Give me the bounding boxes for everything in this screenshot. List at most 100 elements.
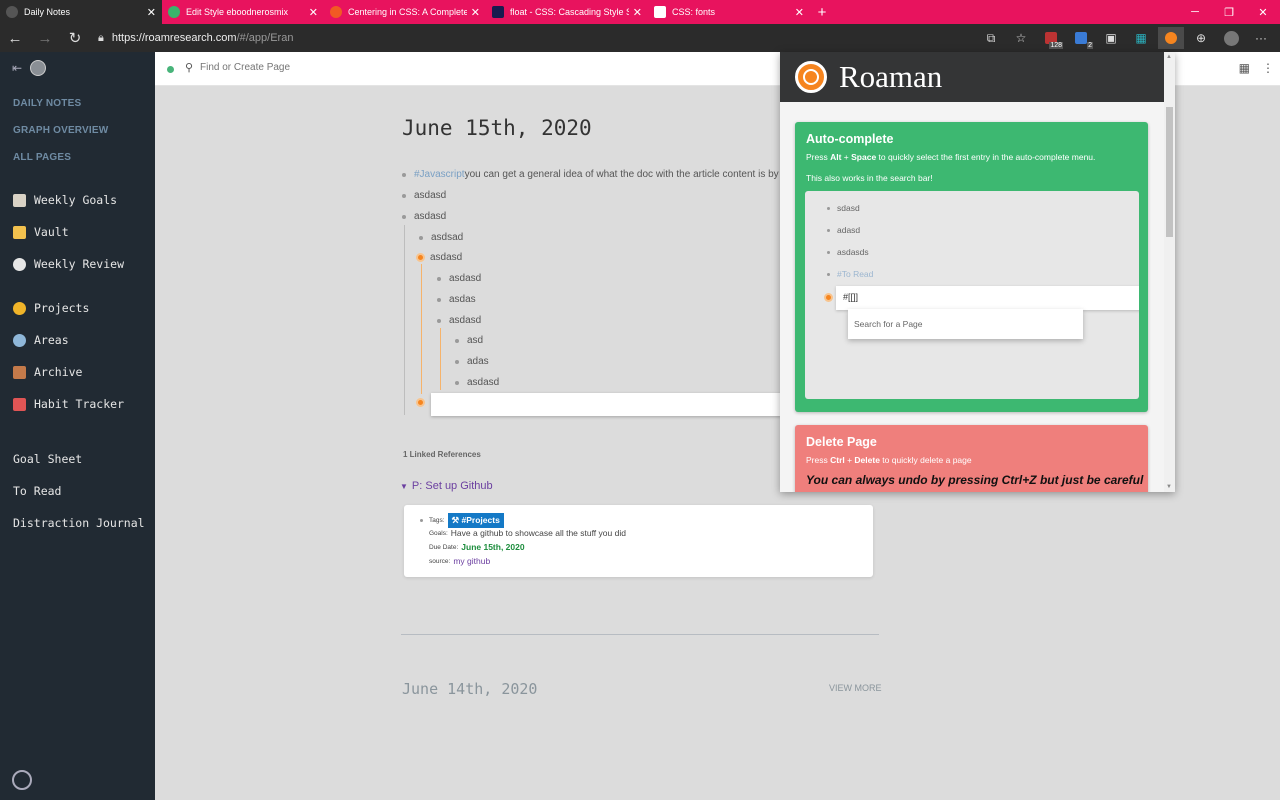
tab-css-fonts[interactable]: CSS: fonts ✕ [648,0,810,24]
collapsed-bullet-icon[interactable] [416,253,425,262]
sidebar-item-distraction-journal[interactable]: Distraction Journal [13,507,145,539]
bullet-icon[interactable] [402,214,406,219]
tab-centering-css[interactable]: Centering in CSS: A Complete G ✕ [324,0,486,24]
block[interactable]: asdasd [455,377,499,388]
block[interactable]: asdas [437,294,476,305]
caret-down-icon[interactable]: ▼ [400,482,408,491]
tab-daily-notes[interactable]: Daily Notes ✕ [0,0,162,24]
more-icon[interactable]: ··· [1248,27,1274,49]
magnifier-icon [13,333,26,347]
sidebar-item-to-read[interactable]: To Read [13,475,145,507]
bullet-icon[interactable] [455,338,459,343]
block[interactable]: asdasd [437,273,481,284]
attr-key: source: [429,557,451,565]
reader-ext-icon[interactable]: ▣ [1098,27,1124,49]
back-icon[interactable]: ← [0,30,30,47]
left-sidebar: ⇤ DAILY NOTES GRAPH OVERVIEW ALL PAGES W… [0,52,155,800]
sidebar-item-vault[interactable]: Vault [13,216,124,248]
new-tab-button[interactable]: + [810,0,834,24]
projects-tag[interactable]: ⚒ #Projects [447,513,504,528]
block[interactable]: asdsad [419,232,463,243]
bullet-icon[interactable] [419,235,423,240]
profile-avatar[interactable] [1218,27,1244,49]
close-icon[interactable]: ✕ [309,6,318,19]
popup-scrollbar[interactable]: ▲ ▼ [1164,52,1175,492]
block[interactable]: #Javascript you can get a general idea o… [402,169,798,180]
graph-avatar[interactable] [30,60,47,76]
sidebar-item-goal-sheet[interactable]: Goal Sheet [13,443,145,475]
books-icon [13,365,26,379]
bullet-icon[interactable] [437,276,441,281]
sidebar-item-habit-tracker[interactable]: Habit Tracker [13,388,124,420]
scroll-thumb[interactable] [1166,107,1173,237]
due-date-link[interactable]: June 15th, 2020 [461,542,524,552]
next-day-title[interactable]: June 14th, 2020 [402,680,537,698]
block[interactable]: asdasd [402,190,446,201]
card-title: Auto-complete [806,132,894,146]
forward-icon[interactable]: → [30,30,60,47]
linked-references-label[interactable]: 1 Linked References [403,450,481,459]
view-more-link[interactable]: VIEW MORE [829,683,882,693]
url-field[interactable]: 🔒︎ https://roamresearch.com/#/app/Eran [98,32,293,45]
block[interactable]: adas [455,356,489,367]
roaman-logo-icon [795,61,827,93]
block-editor-input[interactable] [431,393,781,416]
active-bullet-icon[interactable] [416,398,425,407]
browser-tab-bar: Daily Notes ✕ Edit Style eboodnerosmix ✕… [0,0,1280,24]
close-icon[interactable]: ✕ [147,6,156,19]
roaman-ext-icon[interactable] [1158,27,1184,49]
roam-favicon-icon [6,6,18,18]
grid-ext-icon[interactable]: ▦ [1128,27,1154,49]
ref-page-title[interactable]: P: Set up Github [412,480,493,492]
restore-icon[interactable]: ❐ [1212,0,1246,24]
calendar-ext-icon[interactable]: 128 [1038,27,1064,49]
collections-icon[interactable]: ⊕ [1188,27,1214,49]
bullet-icon[interactable] [402,193,406,198]
tab-float-css[interactable]: float - CSS: Cascading Style Shee ✕ [486,0,648,24]
bullet-icon[interactable] [455,359,459,364]
close-window-icon[interactable]: ✕ [1246,0,1280,24]
sidebar-item-weekly-goals[interactable]: Weekly Goals [13,184,124,216]
page-tag[interactable]: #Javascript [414,169,465,180]
reload-icon[interactable]: ↻ [60,29,90,47]
bullet-icon[interactable] [455,380,459,385]
block[interactable]: asdasd [437,315,481,326]
bullet-icon[interactable] [437,297,441,302]
calendar-icon[interactable]: ▦ [1239,61,1250,75]
scroll-up-icon[interactable]: ▲ [1166,54,1172,60]
sidebar-item-areas[interactable]: Areas [13,324,124,356]
scroll-down-icon[interactable]: ▼ [1166,484,1172,490]
tab-edit-style[interactable]: Edit Style eboodnerosmix ✕ [162,0,324,24]
nav-daily-notes[interactable]: DAILY NOTES [13,98,108,109]
close-icon[interactable]: ✕ [633,6,642,19]
roam-logo-icon[interactable] [12,770,32,790]
collapse-sidebar-icon[interactable]: ⇤ [12,61,22,75]
nav-all-pages[interactable]: ALL PAGES [13,152,108,163]
source-link[interactable]: my github [453,556,490,566]
bullet-icon[interactable] [402,172,406,177]
sidebar-item-projects[interactable]: Projects [13,292,124,324]
block[interactable]: asd [455,335,483,346]
day-divider [401,634,879,635]
attr-key: Due Date: [429,543,459,551]
block[interactable]: asdasd [416,252,462,263]
editing-block[interactable] [416,398,430,407]
bullet-icon[interactable] [420,519,423,522]
block[interactable]: asdasd [402,211,446,222]
linked-ref-page[interactable]: ▼ P: Set up Github [400,480,493,492]
sidebar-item-weekly-review[interactable]: Weekly Review [13,248,124,280]
w3schools-favicon-icon [654,6,666,18]
close-icon[interactable]: ✕ [795,6,804,19]
more-options-icon[interactable]: ⋮ [1262,61,1274,75]
close-icon[interactable]: ✕ [471,6,480,19]
bullet-icon[interactable] [437,318,441,323]
open-external-icon[interactable]: ⧉ [978,27,1004,49]
nav-graph-overview[interactable]: GRAPH OVERVIEW [13,125,108,136]
search-input[interactable] [200,62,400,73]
popup-header: Roaman [780,52,1164,102]
page-title[interactable]: June 15th, 2020 [402,116,592,140]
minimize-icon[interactable]: ─ [1178,0,1212,24]
sync-ext-icon[interactable]: 2 [1068,27,1094,49]
star-icon[interactable]: ☆ [1008,27,1034,49]
sidebar-item-archive[interactable]: Archive [13,356,124,388]
